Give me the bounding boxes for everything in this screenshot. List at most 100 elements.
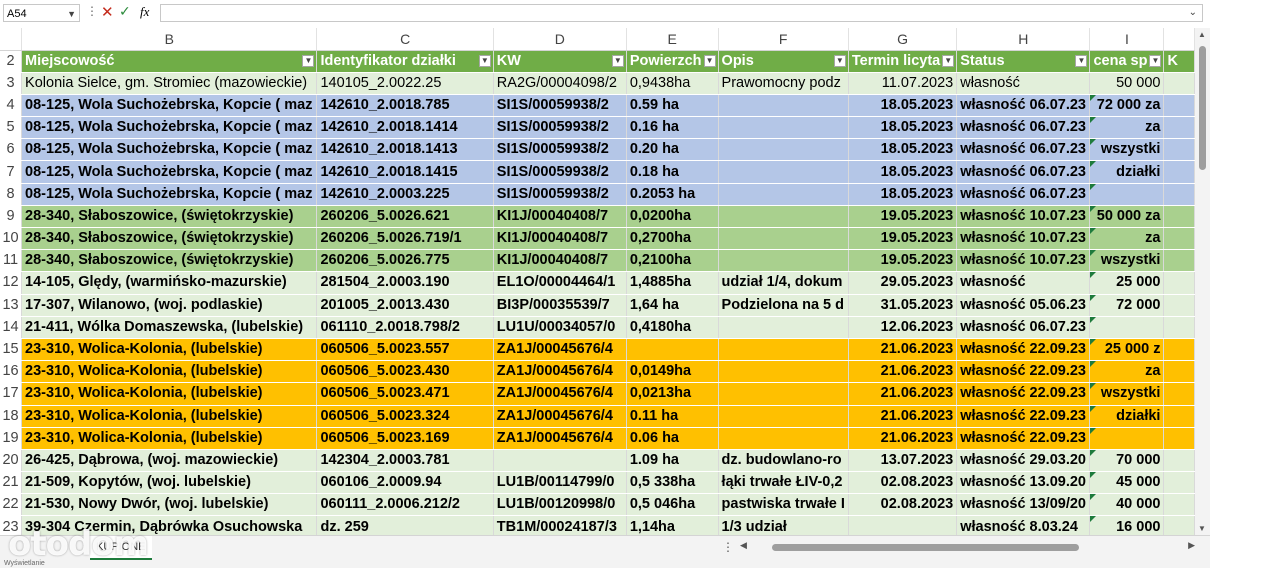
table-cell[interactable]: 28-340, Słaboszowice, (świętokrzyskie): [21, 227, 318, 251]
table-cell[interactable]: [1163, 72, 1195, 95]
table-cell[interactable]: [718, 360, 849, 384]
table-cell[interactable]: 0.18 ha: [626, 160, 719, 184]
select-all-corner[interactable]: [0, 28, 23, 51]
table-cell[interactable]: 23-310, Wolica-Kolonia, (lubelskie): [21, 405, 318, 428]
table-cell[interactable]: 50 000: [1089, 72, 1165, 95]
table-cell[interactable]: 0,0213ha: [626, 382, 719, 406]
row-number[interactable]: 22: [0, 493, 23, 517]
table-cell[interactable]: RA2G/00004098/2: [493, 72, 627, 95]
row-number[interactable]: 11: [0, 249, 23, 273]
table-cell[interactable]: [1163, 515, 1195, 535]
row-number[interactable]: 2: [0, 50, 23, 73]
table-cell[interactable]: 26-425, Dąbrowa, (woj. mazowieckie): [21, 449, 318, 473]
table-cell[interactable]: 19.05.2023: [848, 227, 958, 251]
filter-dropdown-icon[interactable]: ▼: [1149, 54, 1162, 67]
table-cell[interactable]: Kolonia Sielce, gm. Stromiec (mazowiecki…: [21, 72, 318, 95]
filter-dropdown-icon[interactable]: ▼: [611, 54, 624, 67]
table-cell[interactable]: [1163, 360, 1195, 384]
header-cell[interactable]: K: [1163, 50, 1195, 73]
table-cell[interactable]: [1163, 449, 1195, 473]
table-cell[interactable]: własność 22.09.23: [956, 338, 1091, 362]
table-cell[interactable]: udział 1/4, dokum: [718, 271, 849, 295]
table-cell[interactable]: 72 000 za: [1089, 94, 1165, 118]
table-cell[interactable]: 1,14ha: [626, 515, 719, 535]
table-cell[interactable]: LU1B/00114799/0: [493, 471, 627, 495]
table-cell[interactable]: 201005_2.0013.430: [316, 294, 494, 317]
table-cell[interactable]: 060106_2.0009.94: [316, 471, 494, 495]
table-cell[interactable]: KI1J/00040408/7: [493, 249, 627, 273]
table-cell[interactable]: pastwiska trwałe I: [718, 493, 849, 517]
table-cell[interactable]: [718, 427, 849, 450]
table-cell[interactable]: 72 000: [1089, 294, 1165, 317]
table-cell[interactable]: ZA1J/00045676/4: [493, 405, 627, 428]
vertical-scrollbar[interactable]: ▲ ▼: [1195, 28, 1210, 535]
row-number[interactable]: 15: [0, 338, 23, 362]
table-cell[interactable]: ZA1J/00045676/4: [493, 338, 627, 362]
table-cell[interactable]: działki: [1089, 160, 1165, 184]
scroll-right-icon[interactable]: ▶: [1188, 540, 1195, 551]
table-cell[interactable]: 0,2700ha: [626, 227, 719, 251]
row-number[interactable]: 13: [0, 294, 23, 317]
more-options-icon[interactable]: ⋮: [86, 4, 98, 18]
table-cell[interactable]: 50 000 za: [1089, 205, 1165, 229]
table-cell[interactable]: 23-310, Wolica-Kolonia, (lubelskie): [21, 338, 318, 362]
table-cell[interactable]: 142610_2.0018.1414: [316, 116, 494, 140]
scroll-up-icon[interactable]: ▲: [1198, 30, 1206, 39]
table-cell[interactable]: 70 000: [1089, 449, 1165, 473]
row-number[interactable]: 17: [0, 382, 23, 406]
table-cell[interactable]: własność 22.09.23: [956, 360, 1091, 384]
column-header-b[interactable]: B: [21, 28, 318, 51]
row-number[interactable]: 9: [0, 205, 23, 229]
name-box[interactable]: A54 ▼: [3, 4, 80, 22]
table-cell[interactable]: BI3P/00035539/7: [493, 294, 627, 317]
table-cell[interactable]: SI1S/00059938/2: [493, 116, 627, 140]
table-cell[interactable]: 0,4180ha: [626, 316, 719, 339]
spreadsheet-grid[interactable]: BCDEFGHI 2 Miejscowość ▼ Identyfikator dzia…: [0, 28, 1195, 535]
table-cell[interactable]: 0,5 338ha: [626, 471, 719, 495]
horizontal-scrollbar[interactable]: ◀ ▶: [740, 540, 1195, 554]
table-cell[interactable]: [1163, 183, 1195, 206]
table-cell[interactable]: 23-310, Wolica-Kolonia, (lubelskie): [21, 382, 318, 406]
table-cell[interactable]: 08-125, Wola Suchożebrska, Kopcie ( maz: [21, 183, 318, 206]
table-cell[interactable]: 18.05.2023: [848, 183, 958, 206]
table-cell[interactable]: [718, 405, 849, 428]
row-number[interactable]: 3: [0, 72, 23, 95]
table-cell[interactable]: [718, 116, 849, 140]
table-cell[interactable]: 060506_5.0023.430: [316, 360, 494, 384]
table-cell[interactable]: [848, 515, 958, 535]
table-cell[interactable]: dz. 259: [316, 515, 494, 535]
table-cell[interactable]: 0.11 ha: [626, 405, 719, 428]
table-cell[interactable]: [1163, 227, 1195, 251]
table-cell[interactable]: 060506_5.0023.471: [316, 382, 494, 406]
table-cell[interactable]: 08-125, Wola Suchożebrska, Kopcie ( maz: [21, 116, 318, 140]
row-number[interactable]: 18: [0, 405, 23, 428]
row-number[interactable]: 5: [0, 116, 23, 140]
table-cell[interactable]: 140105_2.0022.25: [316, 72, 494, 95]
table-cell[interactable]: własność 10.07.23: [956, 205, 1091, 229]
table-cell[interactable]: ZA1J/00045676/4: [493, 427, 627, 450]
table-cell[interactable]: [626, 338, 719, 362]
table-cell[interactable]: [718, 316, 849, 339]
table-cell[interactable]: wszystki: [1089, 249, 1165, 273]
table-cell[interactable]: własność 06.07.23: [956, 116, 1091, 140]
column-header-h[interactable]: H: [956, 28, 1091, 51]
filter-dropdown-icon[interactable]: ▼: [833, 54, 846, 67]
column-header-i[interactable]: I: [1089, 28, 1165, 51]
table-cell[interactable]: [1163, 427, 1195, 450]
table-cell[interactable]: 1,4885ha: [626, 271, 719, 295]
table-cell[interactable]: 21-509, Kopytów, (woj. lubelskie): [21, 471, 318, 495]
table-cell[interactable]: 1/3 udział: [718, 515, 849, 535]
table-cell[interactable]: własność 10.07.23: [956, 249, 1091, 273]
table-cell[interactable]: Podzielona na 5 d: [718, 294, 849, 317]
header-cell[interactable]: Identyfikator działki ▼: [316, 50, 494, 73]
horizontal-scroll-thumb[interactable]: [772, 544, 1079, 551]
table-cell[interactable]: własność: [956, 271, 1091, 295]
filter-dropdown-icon[interactable]: ▼: [478, 54, 491, 67]
table-cell[interactable]: 1.09 ha: [626, 449, 719, 473]
table-cell[interactable]: 29.05.2023: [848, 271, 958, 295]
header-cell[interactable]: Opis ▼: [718, 50, 849, 73]
table-cell[interactable]: 18.05.2023: [848, 138, 958, 162]
table-cell[interactable]: 45 000: [1089, 471, 1165, 495]
table-cell[interactable]: Prawomocny podz: [718, 72, 849, 95]
table-cell[interactable]: 31.05.2023: [848, 294, 958, 317]
